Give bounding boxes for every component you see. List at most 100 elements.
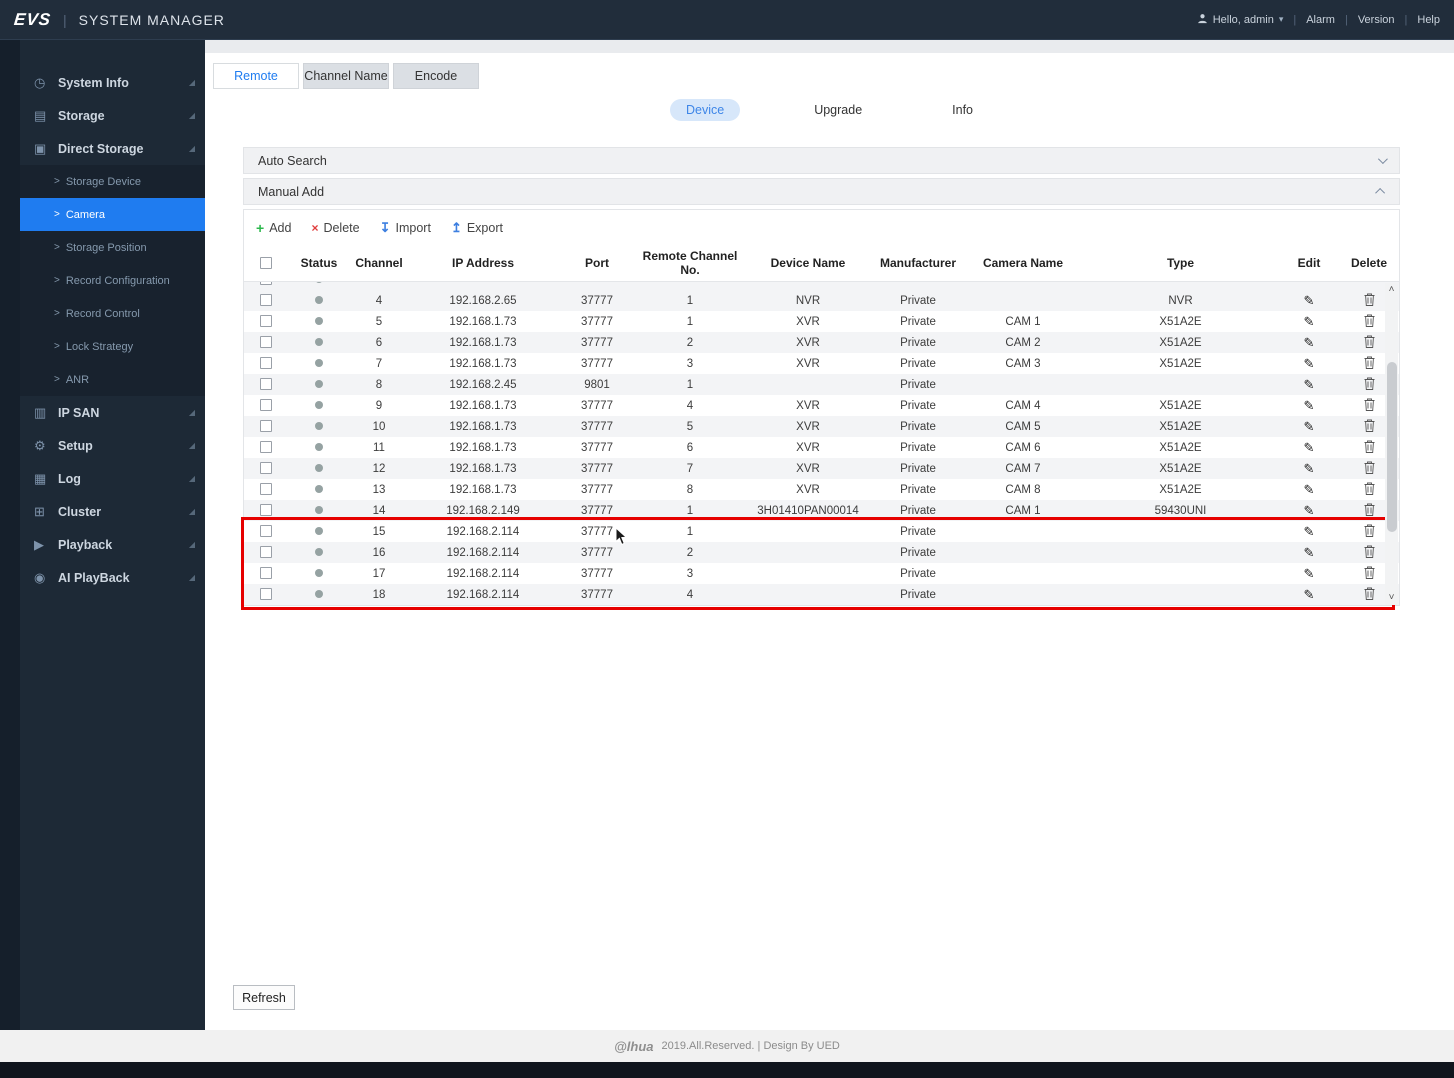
row-checkbox[interactable] <box>260 441 272 454</box>
delete-button[interactable] <box>1364 503 1375 519</box>
sidebar-item-record-configuration[interactable]: > Record Configuration <box>20 264 205 297</box>
topbar-link-version[interactable]: Version <box>1358 14 1395 26</box>
left-frame <box>0 40 20 1030</box>
auto-search-section[interactable]: Auto Search <box>243 147 1400 174</box>
topbar-link-alarm[interactable]: Alarm <box>1306 14 1335 26</box>
sidebar-item-setup[interactable]: ⚙ Setup ◢ <box>20 429 205 462</box>
sidebar-item-camera[interactable]: > Camera <box>20 198 205 231</box>
scroll-up-icon[interactable]: ˄ <box>1389 283 1395 297</box>
delete-button[interactable] <box>1364 440 1375 456</box>
table-row: 9 192.168.1.73 37777 4 XVR Private CAM 4 X51A2E… <box>244 395 1399 416</box>
tab-remote[interactable]: Remote <box>213 63 299 89</box>
edit-button[interactable]: ✎ <box>1304 461 1315 476</box>
delete-button[interactable] <box>1364 314 1375 330</box>
sidebar-item-label: Storage <box>58 108 105 123</box>
edit-button[interactable]: ✎ <box>1304 293 1315 308</box>
footer: @lhua 2019.All.Reserved. | Design By UED <box>0 1030 1454 1062</box>
refresh-button[interactable]: Refresh <box>233 985 295 1010</box>
sidebar-item-storage[interactable]: ▤ Storage ◢ <box>20 99 205 132</box>
row-checkbox[interactable] <box>260 315 272 328</box>
edit-button[interactable]: ✎ <box>1304 503 1315 518</box>
sidebar-item-cluster[interactable]: ⊞ Cluster ◢ <box>20 495 205 528</box>
edit-button[interactable]: ✎ <box>1304 545 1315 560</box>
edit-button[interactable]: ✎ <box>1304 377 1315 392</box>
manual-add-section[interactable]: Manual Add <box>243 178 1400 205</box>
row-checkbox[interactable] <box>260 294 272 307</box>
column-header-edit: Edit <box>1297 255 1321 270</box>
row-checkbox[interactable] <box>260 357 272 370</box>
export-button[interactable]: ↥ Export <box>451 220 503 236</box>
delete-button[interactable] <box>1364 377 1375 393</box>
storage-icon: ▤ <box>34 107 47 123</box>
subnav-upgrade[interactable]: Upgrade <box>798 99 878 121</box>
delete-button[interactable] <box>1364 419 1375 435</box>
delete-button[interactable] <box>1364 587 1375 603</box>
select-all-checkbox[interactable] <box>260 257 272 270</box>
edit-button[interactable]: ✎ <box>1304 356 1315 371</box>
row-checkbox[interactable] <box>260 420 272 433</box>
sidebar-item-direct-storage[interactable]: ▣ Direct Storage ◢ <box>20 132 205 165</box>
delete-button[interactable] <box>1364 566 1375 582</box>
scroll-thumb[interactable] <box>1386 361 1397 533</box>
delete-button[interactable] <box>1364 545 1375 561</box>
sidebar-item-playback[interactable]: ▶ Playback ◢ <box>20 528 205 561</box>
import-button[interactable]: ↧ Import <box>380 220 431 236</box>
row-checkbox[interactable] <box>260 504 272 517</box>
sidebar-item-log[interactable]: ▦ Log ◢ <box>20 462 205 495</box>
edit-button[interactable]: ✎ <box>1304 524 1315 539</box>
edit-button[interactable]: ✎ <box>1304 335 1315 350</box>
delete-button[interactable] <box>1364 293 1375 309</box>
subnav-device[interactable]: Device <box>669 99 741 121</box>
delete-button[interactable] <box>1364 461 1375 477</box>
tab-encode[interactable]: Encode <box>393 63 479 89</box>
footer-text: 2019.All.Reserved. | Design By UED <box>661 1040 840 1052</box>
status-dot <box>315 568 323 577</box>
delete-button[interactable] <box>1364 335 1375 351</box>
scroll-down-icon[interactable]: ˅ <box>1389 591 1395 605</box>
edit-button[interactable]: ✎ <box>1304 419 1315 434</box>
row-checkbox[interactable] <box>260 567 272 580</box>
table-scrollbar[interactable]: ˄ ˅ <box>1385 283 1398 605</box>
delete-button-toolbar[interactable]: × Delete <box>311 221 359 235</box>
scroll-track[interactable] <box>1385 297 1398 591</box>
edit-button[interactable]: ✎ <box>1304 587 1315 602</box>
import-icon: ↧ <box>379 220 391 235</box>
edit-button[interactable]: ✎ <box>1304 482 1315 497</box>
row-checkbox[interactable] <box>260 282 272 286</box>
edit-button[interactable]: ✎ <box>1304 566 1315 581</box>
edit-button[interactable]: ✎ <box>1304 398 1315 413</box>
edit-button[interactable]: ✎ <box>1304 314 1315 329</box>
delete-button[interactable] <box>1364 356 1375 372</box>
row-checkbox[interactable] <box>260 399 272 412</box>
log-icon: ▦ <box>34 470 47 486</box>
topbar-link-help[interactable]: Help <box>1417 14 1440 26</box>
edit-button[interactable]: ✎ <box>1304 440 1315 455</box>
sidebar-item-storage-device[interactable]: > Storage Device <box>20 165 205 198</box>
delete-button[interactable] <box>1364 524 1375 540</box>
row-checkbox[interactable] <box>260 378 272 391</box>
row-checkbox[interactable] <box>260 336 272 349</box>
delete-button[interactable] <box>1364 398 1375 414</box>
column-header-remote-channel-no: Remote Channel No. <box>642 248 738 277</box>
tab-channel-name[interactable]: Channel Name <box>303 63 389 89</box>
table-row: 10 192.168.1.73 37777 5 XVR Private CAM 5 X51A2… <box>244 416 1399 437</box>
subnav-info[interactable]: Info <box>936 99 989 121</box>
sidebar-item-ip-san[interactable]: ▥ IP SAN ◢ <box>20 396 205 429</box>
sidebar-item-record-control[interactable]: > Record Control <box>20 297 205 330</box>
sidebar-item-ai-playback[interactable]: ◉ AI PlayBack ◢ <box>20 561 205 594</box>
status-dot <box>315 379 323 388</box>
user-menu[interactable]: Hello, admin ▾ <box>1197 13 1283 27</box>
row-checkbox[interactable] <box>260 462 272 475</box>
add-button[interactable]: + Add <box>256 220 291 236</box>
sidebar-item-system-info[interactable]: ◷ System Info ◢ <box>20 66 205 99</box>
user-label: Hello, admin <box>1212 13 1274 26</box>
row-checkbox[interactable] <box>260 588 272 601</box>
row-checkbox[interactable] <box>260 483 272 496</box>
delete-button[interactable] <box>1364 482 1375 498</box>
topbar-separator: | <box>1293 13 1297 26</box>
row-checkbox[interactable] <box>260 525 272 538</box>
sidebar-item-storage-position[interactable]: > Storage Position <box>20 231 205 264</box>
row-checkbox[interactable] <box>260 546 272 559</box>
sidebar-item-lock-strategy[interactable]: > Lock Strategy <box>20 330 205 363</box>
sidebar-item-anr[interactable]: > ANR <box>20 363 205 396</box>
